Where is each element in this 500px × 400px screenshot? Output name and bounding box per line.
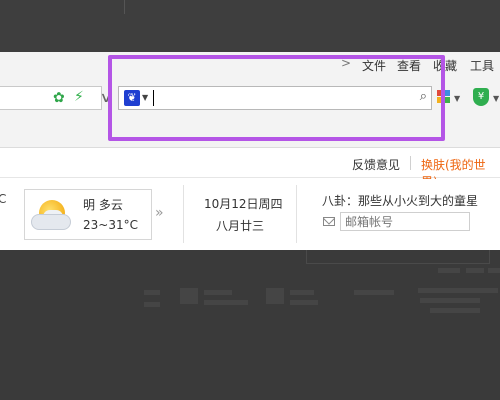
refresh-icon[interactable]: ✿	[53, 90, 65, 106]
search-box[interactable]: ❦ ▼ ⌕	[118, 86, 432, 110]
temperature-partial: C	[0, 192, 7, 206]
background-divider	[124, 0, 125, 14]
gossip-headline-link[interactable]: 八卦：那些从小火到大的童星	[322, 192, 478, 209]
toolbar: ✿ ⚡ ∨ ❦ ▼ ⌕ ▼ ¥ ▼	[0, 78, 500, 118]
security-dropdown-icon[interactable]: ▼	[493, 94, 499, 103]
menu-tools[interactable]: 工具	[470, 57, 494, 74]
apps-dropdown-icon[interactable]: ▼	[454, 94, 460, 103]
dimmed-page-content	[0, 250, 500, 400]
address-dropdown-icon[interactable]: ∨	[99, 90, 112, 106]
browser-window: > 文件 查看 收藏 工具 ✿ ⚡ ∨ ❦ ▼ ⌕ ▼ ¥ ▼ 反馈意见 换肤(…	[0, 52, 500, 250]
engine-dropdown-icon[interactable]: ▼	[142, 93, 148, 102]
apps-grid-icon[interactable]	[437, 90, 451, 104]
address-bar[interactable]: ✿ ⚡	[0, 86, 102, 110]
weather-condition: 明 多云	[83, 198, 123, 212]
feedback-link[interactable]: 反馈意见	[352, 156, 400, 173]
weather-more-icon[interactable]: »	[155, 205, 164, 221]
speed-mode-icon[interactable]: ⚡	[74, 89, 84, 105]
weather-temperature-range: 23~31°C	[83, 218, 138, 232]
dimmed-panel-edge	[306, 250, 490, 264]
mail-icon	[323, 217, 335, 226]
menu-chevron-icon[interactable]: >	[341, 56, 351, 70]
partly-cloudy-icon	[29, 196, 77, 236]
security-shield-icon[interactable]: ¥	[473, 88, 489, 106]
menu-favorites[interactable]: 收藏	[433, 57, 457, 74]
date-gregorian: 10月12日周四	[204, 197, 283, 211]
date-lunar: 八月廿三	[216, 219, 265, 233]
dimmed-background-top	[0, 0, 500, 52]
page-link-bar: 反馈意见 换肤(我的世界)	[0, 148, 500, 189]
section-divider	[183, 185, 184, 243]
info-panel: C 明 多云 23~31°C » 10月12日周四 八月廿三 八卦：那些从小火到…	[0, 179, 500, 250]
menu-view[interactable]: 查看	[397, 57, 421, 74]
email-account-input[interactable]	[340, 212, 470, 231]
weather-card[interactable]: 明 多云 23~31°C	[24, 189, 152, 240]
paw-icon[interactable]: ❦	[124, 90, 140, 106]
link-divider	[410, 156, 411, 170]
text-cursor	[153, 90, 154, 106]
favorites-bar	[0, 118, 500, 148]
menu-bar: > 文件 查看 收藏 工具	[0, 52, 500, 78]
menu-file[interactable]: 文件	[362, 57, 386, 74]
search-icon[interactable]: ⌕	[420, 89, 427, 104]
section-divider	[296, 185, 297, 243]
